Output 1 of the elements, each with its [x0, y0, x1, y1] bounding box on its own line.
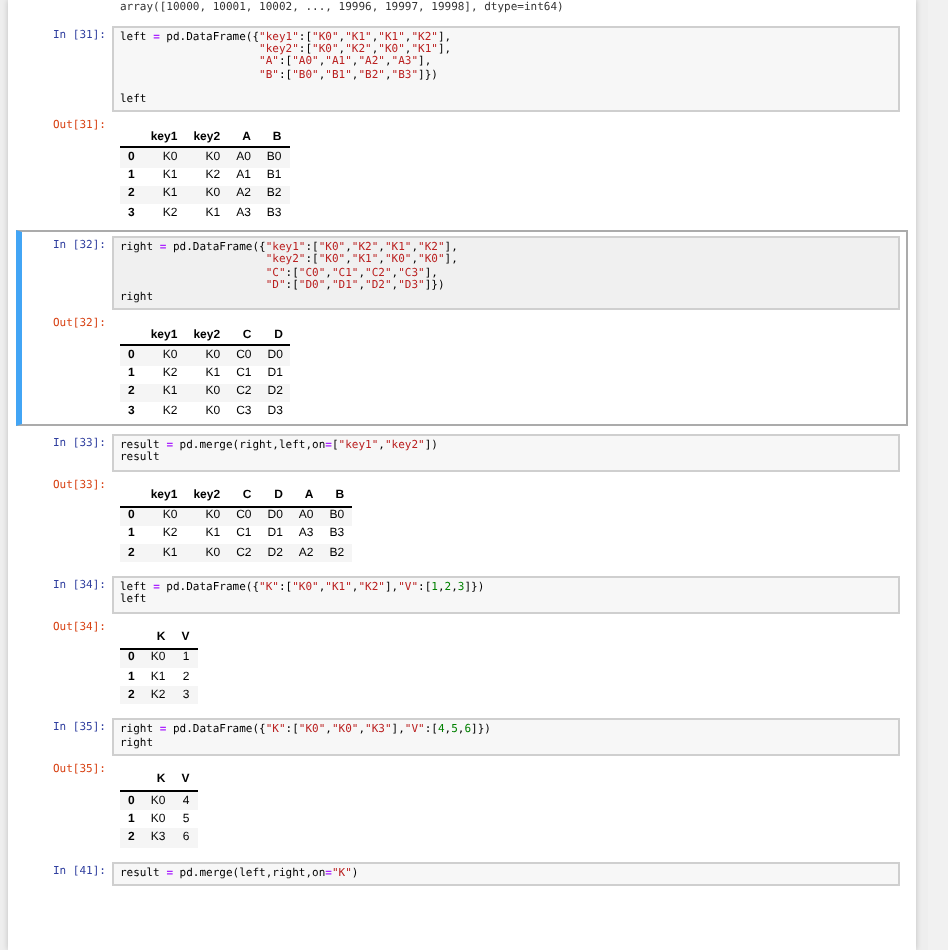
notebook-cell[interactable]	[16, 230, 908, 427]
